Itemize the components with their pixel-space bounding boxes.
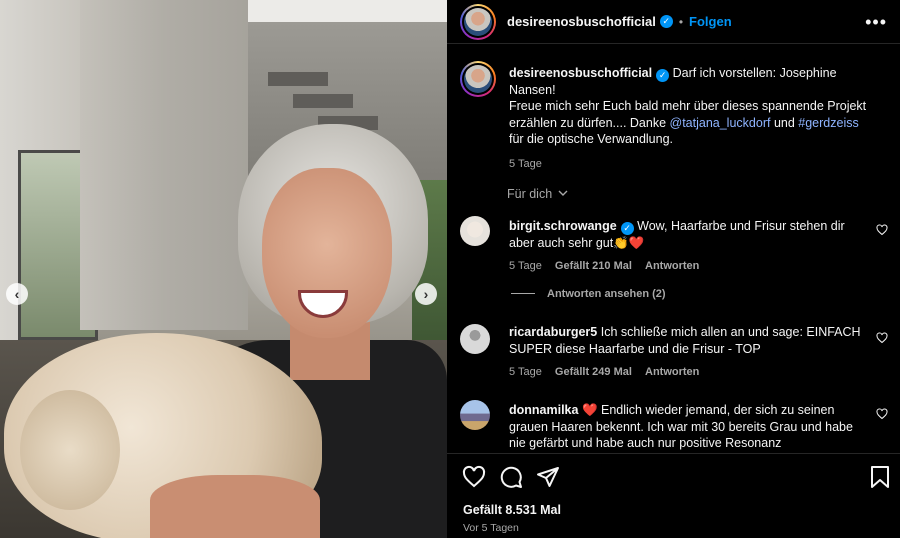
- heart-icon[interactable]: [876, 332, 888, 344]
- comment-time[interactable]: 5 Tage: [509, 260, 542, 272]
- heart-icon[interactable]: [876, 408, 888, 420]
- view-replies-label: Antworten ansehen (2): [547, 288, 666, 300]
- post-likes-count[interactable]: Gefällt 8.531 Mal: [463, 503, 561, 517]
- comment-time[interactable]: 5 Tage: [509, 366, 542, 378]
- separator-dot: •: [678, 14, 684, 29]
- replies-divider: [511, 293, 535, 294]
- comment-likes[interactable]: Gefällt 210 Mal: [555, 260, 632, 272]
- post-image[interactable]: ‹ ›: [0, 0, 447, 538]
- post-header: desireenosbuschofficial ✓ • Folgen •••: [447, 0, 900, 44]
- caption-username[interactable]: desireenosbuschofficial: [509, 66, 652, 80]
- comment-username[interactable]: ricardaburger5: [509, 325, 597, 339]
- reply-button[interactable]: Antworten: [645, 366, 699, 378]
- comment-avatar[interactable]: [460, 216, 490, 246]
- header-username[interactable]: desireenosbuschofficial: [507, 14, 656, 29]
- caption-time[interactable]: 5 Tage: [509, 158, 542, 170]
- verified-badge-icon: ✓: [659, 15, 673, 28]
- verified-badge-icon: ✓: [620, 221, 634, 235]
- verified-badge-icon: ✓: [656, 68, 670, 82]
- hashtag-link[interactable]: #gerdzeiss: [798, 116, 858, 130]
- post-date[interactable]: Vor 5 Tagen: [463, 522, 519, 534]
- comment-avatar[interactable]: [460, 400, 490, 430]
- caption-avatar-image: [464, 65, 492, 93]
- comment-filter-dropdown[interactable]: Für dich: [507, 187, 900, 201]
- view-replies-button[interactable]: Antworten ansehen (2): [511, 288, 900, 300]
- avatar-image: [464, 7, 492, 36]
- comment-likes[interactable]: Gefällt 249 Mal: [555, 366, 632, 378]
- post-panel: desireenosbuschofficial ✓ • Folgen ••• d…: [447, 0, 900, 538]
- reply-button[interactable]: Antworten: [645, 260, 699, 272]
- comment-icon[interactable]: [499, 465, 523, 489]
- bookmark-icon[interactable]: [869, 465, 891, 489]
- comment-username[interactable]: birgit.schrowange: [509, 219, 617, 233]
- more-options-icon[interactable]: •••: [865, 12, 887, 33]
- mention-link[interactable]: @tatjana_luckdorf: [670, 116, 771, 130]
- caption-avatar[interactable]: [460, 61, 496, 97]
- heart-icon[interactable]: [876, 224, 888, 236]
- person-hand: [150, 475, 320, 538]
- next-arrow-icon[interactable]: ›: [415, 283, 437, 305]
- share-icon[interactable]: [536, 465, 560, 489]
- prev-arrow-icon[interactable]: ‹: [6, 283, 28, 305]
- chevron-down-icon: [558, 190, 568, 196]
- follow-button[interactable]: Folgen: [689, 14, 732, 29]
- comments-scroll-area[interactable]: desireenosbuschofficial ✓ Darf ich vorste…: [447, 45, 900, 453]
- heart-icon[interactable]: [462, 465, 486, 489]
- caption-joiner: und: [770, 115, 799, 130]
- avatar[interactable]: [460, 3, 496, 40]
- dog-ear: [20, 390, 120, 510]
- post-actions: Gefällt 8.531 Mal Vor 5 Tagen: [447, 453, 900, 538]
- background-ceiling: [248, 0, 447, 22]
- caption-line-end: für die optische Verwandlung.: [509, 132, 673, 147]
- filter-label: Für dich: [507, 187, 553, 201]
- comment-username[interactable]: donnamilka: [509, 403, 578, 417]
- comment-avatar[interactable]: [460, 324, 490, 354]
- background-pillar: [80, 0, 248, 330]
